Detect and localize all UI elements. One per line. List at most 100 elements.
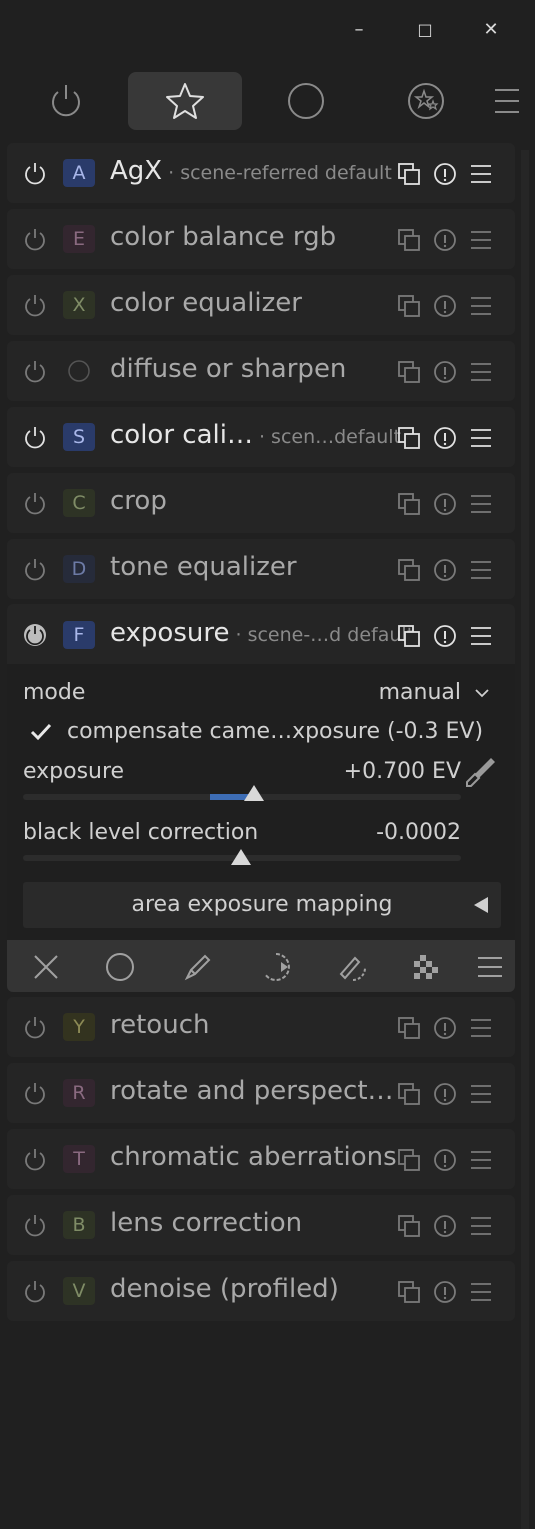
module-power-icon[interactable] [23, 293, 47, 317]
multi-instance-icon[interactable] [397, 426, 421, 450]
module-agx[interactable]: A AgX · scene-referred default [7, 143, 515, 203]
raster-mask-icon[interactable] [411, 952, 441, 982]
presets-menu-icon[interactable] [469, 1280, 493, 1304]
color-picker-icon[interactable] [463, 754, 499, 790]
module-color-balance-rgb[interactable]: Ecolor balance rgb [7, 209, 515, 269]
module-name[interactable]: AgX · scene-referred default [110, 156, 392, 186]
reset-icon[interactable] [433, 162, 457, 186]
module-power-icon[interactable] [23, 359, 47, 383]
module-retouch[interactable]: Yretouch [7, 997, 515, 1057]
reset-icon[interactable] [433, 360, 457, 384]
area-exposure-mapping-section[interactable]: area exposure mapping [23, 882, 501, 928]
tab-favorites[interactable] [128, 72, 242, 130]
module-power-icon[interactable] [23, 623, 47, 647]
menu-icon[interactable] [475, 952, 505, 982]
module-rotate-and-perspect[interactable]: Rrotate and perspect… [7, 1063, 515, 1123]
compensate-camera-exposure-label[interactable]: compensate came…xposure (-0.3 EV) [67, 719, 483, 744]
exposure-slider-handle[interactable] [243, 784, 265, 802]
multi-instance-icon[interactable] [397, 1280, 421, 1304]
close-button[interactable]: ✕ [479, 18, 503, 42]
black-level-slider-handle[interactable] [230, 848, 252, 866]
reset-icon[interactable] [433, 1016, 457, 1040]
multi-instance-icon[interactable] [397, 162, 421, 186]
module-exposure[interactable]: Fexposure · scene-…d default [7, 605, 515, 665]
reset-icon[interactable] [433, 1214, 457, 1238]
tab-all-modules[interactable] [276, 72, 336, 130]
multi-instance-icon[interactable] [397, 558, 421, 582]
presets-menu-icon[interactable] [469, 360, 493, 384]
presets-menu-icon[interactable] [469, 492, 493, 516]
reset-icon[interactable] [433, 294, 457, 318]
multi-instance-icon[interactable] [397, 1148, 421, 1172]
multi-instance-icon[interactable] [397, 294, 421, 318]
module-name[interactable]: color equalizer [110, 288, 308, 318]
exposure-slider-value[interactable]: +0.700 EV [344, 759, 461, 784]
checkbox-checked-icon[interactable] [29, 722, 53, 742]
mode-dropdown[interactable]: manual [379, 680, 461, 705]
reset-icon[interactable] [433, 492, 457, 516]
module-name[interactable]: exposure · scene-…d default [110, 618, 414, 648]
reset-icon[interactable] [433, 228, 457, 252]
close-icon[interactable] [31, 952, 61, 982]
presets-menu-icon[interactable] [469, 228, 493, 252]
module-name[interactable]: diffuse or sharpen [110, 354, 352, 384]
module-diffuse-or-sharpen[interactable]: diffuse or sharpen [7, 341, 515, 401]
presets-menu-icon[interactable] [469, 1148, 493, 1172]
module-name[interactable]: color cali… · scen…default [110, 420, 401, 450]
black-level-slider-value[interactable]: -0.0002 [376, 820, 461, 845]
module-chromatic-aberrations[interactable]: Tchromatic aberrations [7, 1129, 515, 1189]
module-color-cali[interactable]: Scolor cali… · scen…default [7, 407, 515, 467]
module-name[interactable]: denoise (profiled) [110, 1274, 345, 1304]
module-name[interactable]: rotate and perspect… [110, 1076, 400, 1106]
module-tone-equalizer[interactable]: Dtone equalizer [7, 539, 515, 599]
multi-instance-icon[interactable] [397, 1214, 421, 1238]
module-name[interactable]: color balance rgb [110, 222, 342, 252]
scrollbar[interactable] [521, 150, 529, 1529]
tab-menu[interactable] [482, 72, 532, 130]
presets-menu-icon[interactable] [469, 558, 493, 582]
multi-instance-icon[interactable] [397, 624, 421, 648]
multi-instance-icon[interactable] [397, 1082, 421, 1106]
module-power-icon[interactable] [23, 491, 47, 515]
presets-menu-icon[interactable] [469, 1214, 493, 1238]
module-power-icon[interactable] [23, 1081, 47, 1105]
multi-instance-icon[interactable] [397, 1016, 421, 1040]
maximize-button[interactable]: □ [413, 18, 437, 42]
reset-icon[interactable] [433, 426, 457, 450]
multi-instance-icon[interactable] [397, 228, 421, 252]
tab-active-modules[interactable] [36, 72, 96, 130]
reset-icon[interactable] [433, 1082, 457, 1106]
circle-mask-icon[interactable] [105, 952, 135, 982]
module-power-icon[interactable] [23, 1015, 47, 1039]
module-color-equalizer[interactable]: Xcolor equalizer [7, 275, 515, 335]
module-name[interactable]: crop [110, 486, 173, 516]
presets-menu-icon[interactable] [469, 426, 493, 450]
module-crop[interactable]: Ccrop [7, 473, 515, 533]
multi-instance-icon[interactable] [397, 492, 421, 516]
presets-menu-icon[interactable] [469, 1082, 493, 1106]
module-power-icon[interactable] [23, 161, 47, 185]
presets-menu-icon[interactable] [469, 162, 493, 186]
drawn-parametric-mask-icon[interactable] [337, 952, 367, 982]
module-power-icon[interactable] [23, 1213, 47, 1237]
module-power-icon[interactable] [23, 1279, 47, 1303]
multi-instance-icon[interactable] [397, 360, 421, 384]
minimize-button[interactable]: – [347, 18, 371, 42]
module-name[interactable]: lens correction [110, 1208, 308, 1238]
reset-icon[interactable] [433, 624, 457, 648]
presets-menu-icon[interactable] [469, 624, 493, 648]
parametric-mask-icon[interactable] [261, 952, 291, 982]
module-power-icon[interactable] [23, 425, 47, 449]
reset-icon[interactable] [433, 1280, 457, 1304]
module-lens-correction[interactable]: Blens correction [7, 1195, 515, 1255]
pencil-icon[interactable] [183, 952, 213, 982]
module-name[interactable]: retouch [110, 1010, 215, 1040]
module-name[interactable]: tone equalizer [110, 552, 303, 582]
reset-icon[interactable] [433, 1148, 457, 1172]
presets-menu-icon[interactable] [469, 1016, 493, 1040]
tab-presets[interactable] [396, 72, 456, 130]
module-power-icon[interactable] [23, 1147, 47, 1171]
module-power-icon[interactable] [23, 227, 47, 251]
presets-menu-icon[interactable] [469, 294, 493, 318]
module-denoise-profiled[interactable]: Vdenoise (profiled) [7, 1261, 515, 1321]
